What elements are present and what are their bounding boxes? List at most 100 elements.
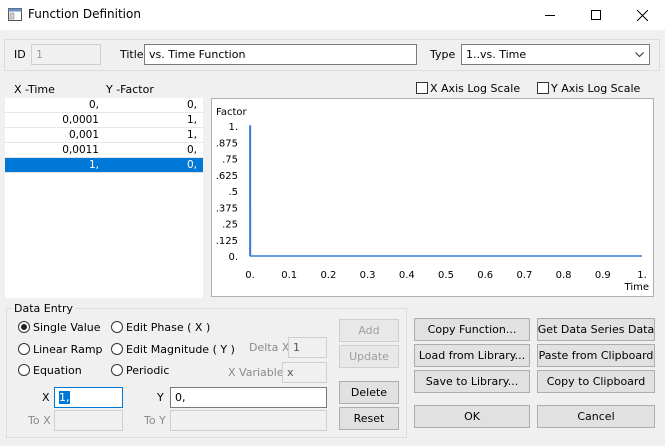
to-x-label: To X [28,414,51,427]
x-axis-log-checkbox[interactable] [416,82,428,94]
title-field[interactable]: vs. Time Function [144,44,417,65]
delete-button[interactable]: Delete [339,381,399,404]
table-row-selected[interactable]: 1, 0, [5,158,203,173]
table-cell-x: 0, [88,99,99,111]
radio-linear-ramp[interactable] [18,343,30,355]
y-tick-label: .625 [216,171,238,182]
ok-button[interactable]: OK [414,405,530,428]
table-cell-y: 0, [186,144,197,156]
update-button[interactable]: Update [339,345,399,368]
get-data-series-button[interactable]: Get Data Series Data [537,318,655,341]
column-header-y: Y -Factor [106,83,154,96]
function-plot: FactorTime1..875.75.625.5.375.25.1250.0.… [216,107,649,293]
column-header-x: X -Time [14,83,55,96]
y-tick-label: 1. [228,122,238,133]
x-tick-label: 0.4 [399,270,415,281]
table-cell-y: 0, [186,99,197,111]
delta-x-label: Delta X [249,341,290,354]
table-cell-y: 1, [186,129,197,141]
x-tick-label: 0.9 [595,270,611,281]
radio-selected-dot [21,324,27,330]
data-table[interactable]: 0, 0, 0,0001 1, 0,001 1, 0,0011 0, 1, 0, [5,98,203,298]
radio-edit-magnitude[interactable] [111,343,123,355]
plot-area: Factor Time 1. .875.75.625.5.375.25.125 0. 0.… [211,98,654,297]
minimize-icon [545,15,555,16]
maximize-button[interactable] [573,0,619,30]
y-tick-label: 0. [228,252,238,263]
table-cell-x: 0,001 [68,129,99,141]
x-axis-log-label: X Axis Log Scale [430,82,521,95]
radio-edit-phase[interactable] [111,321,123,333]
id-label: ID [14,48,26,61]
x-tick-label: 0.8 [556,270,572,281]
y-tick-label: .25 [222,220,238,231]
to-y-label: To Y [144,414,166,427]
y-tick-label: .75 [222,155,238,166]
title-label: Title [120,48,144,61]
table-cell-x: 0,0011 [62,144,99,156]
x-variable-label: X Variable [228,366,284,379]
x-axis-title: Time [624,282,649,293]
to-y-field [170,410,327,431]
reset-button[interactable]: Reset [339,407,399,430]
close-button[interactable] [619,0,665,30]
add-button[interactable]: Add [339,319,399,342]
radio-equation[interactable] [18,364,30,376]
title-bar: Function Definition [0,0,665,30]
x-tick-label: 0.6 [477,270,493,281]
table-cell-x: 0,0001 [62,114,99,126]
maximize-icon [591,10,601,20]
table-row[interactable]: 0, 0, [5,98,203,113]
type-select-value: 1..vs. Time [466,48,527,61]
table-cell-x: 1, [88,159,99,171]
table-cell-y: 1, [186,114,197,126]
radio-periodic[interactable] [111,364,123,376]
radio-single-value-label: Single Value [33,321,101,334]
radio-edit-magnitude-label: Edit Magnitude ( Y ) [126,343,235,356]
x-variable-field: x [282,362,327,383]
y-tick-label: .875 [216,138,238,149]
radio-edit-phase-label: Edit Phase ( X ) [126,321,211,334]
type-label: Type [430,48,456,61]
y-tick-label: .375 [216,203,238,214]
table-row[interactable]: 0,001 1, [5,128,203,143]
id-field: 1 [31,44,101,65]
y-value-input[interactable]: 0, [170,387,327,408]
y-tick-label: .5 [228,187,238,198]
close-icon [636,9,648,21]
x-value-text: 1, [59,391,70,404]
radio-periodic-label: Periodic [126,364,170,377]
y-axis-log-label: Y Axis Log Scale [551,82,641,95]
y-axis-title: Factor [216,107,247,118]
x-tick-label: 0. [245,270,255,281]
y-tick-label: .125 [216,236,238,247]
y-label: Y [157,391,164,404]
x-value-input[interactable]: 1, [54,387,123,408]
radio-single-value[interactable] [18,321,30,333]
x-tick-label: 0.2 [320,270,336,281]
radio-equation-label: Equation [33,364,82,377]
table-row[interactable]: 0,0011 0, [5,143,203,158]
load-from-library-button[interactable]: Load from Library... [414,344,530,367]
minimize-button[interactable] [527,0,573,30]
window-title: Function Definition [28,7,141,21]
table-cell-y: 0, [186,159,197,171]
delta-x-field: 1 [288,337,327,358]
save-to-library-button[interactable]: Save to Library... [414,370,530,393]
series-line [249,125,642,257]
x-label: X [42,391,50,404]
y-axis-log-checkbox[interactable] [537,82,549,94]
cancel-button[interactable]: Cancel [537,405,655,428]
radio-linear-ramp-label: Linear Ramp [33,343,103,356]
data-entry-label: Data Entry [12,302,76,315]
type-select[interactable]: 1..vs. Time [461,44,650,65]
table-row[interactable]: 0,0001 1, [5,113,203,128]
copy-to-clipboard-button[interactable]: Copy to Clipboard [537,370,655,393]
paste-from-clipboard-button[interactable]: Paste from Clipboard [537,344,655,367]
copy-function-button[interactable]: Copy Function... [414,318,530,341]
x-tick-label: 0.3 [360,270,376,281]
x-tick-label: 1. [637,270,647,281]
x-tick-label: 0.5 [438,270,454,281]
chevron-down-icon [635,52,644,58]
to-x-field [54,410,123,431]
